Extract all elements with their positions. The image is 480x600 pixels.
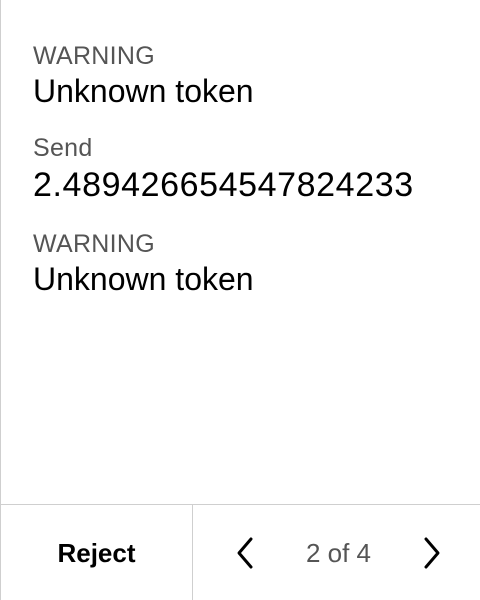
field-label: WARNING	[33, 230, 155, 258]
chevron-right-icon-svg	[424, 537, 440, 569]
field-value: Unknown token	[33, 73, 254, 109]
chevron-left-icon-svg	[237, 537, 253, 569]
send-amount-value: 2.489426654547824233	[33, 166, 414, 204]
warning-field-1: WARNING Unknown token	[33, 40, 448, 110]
warning-field-2: WARNING Unknown token	[33, 228, 448, 298]
field-label: WARNING	[33, 42, 155, 70]
pagination: 2 of 4	[193, 505, 480, 600]
chevron-left-icon[interactable]	[231, 533, 259, 573]
footer-bar: Reject 2 of 4	[1, 504, 480, 600]
chevron-right-icon[interactable]	[418, 533, 446, 573]
send-amount-field: Send 2.489426654547824233	[33, 132, 448, 206]
reject-button[interactable]: Reject	[1, 505, 193, 600]
review-content: WARNING Unknown token Send 2.48942665454…	[33, 40, 448, 316]
page-indicator: 2 of 4	[305, 537, 372, 568]
field-label: Send	[33, 134, 93, 162]
field-value: Unknown token	[33, 261, 254, 297]
